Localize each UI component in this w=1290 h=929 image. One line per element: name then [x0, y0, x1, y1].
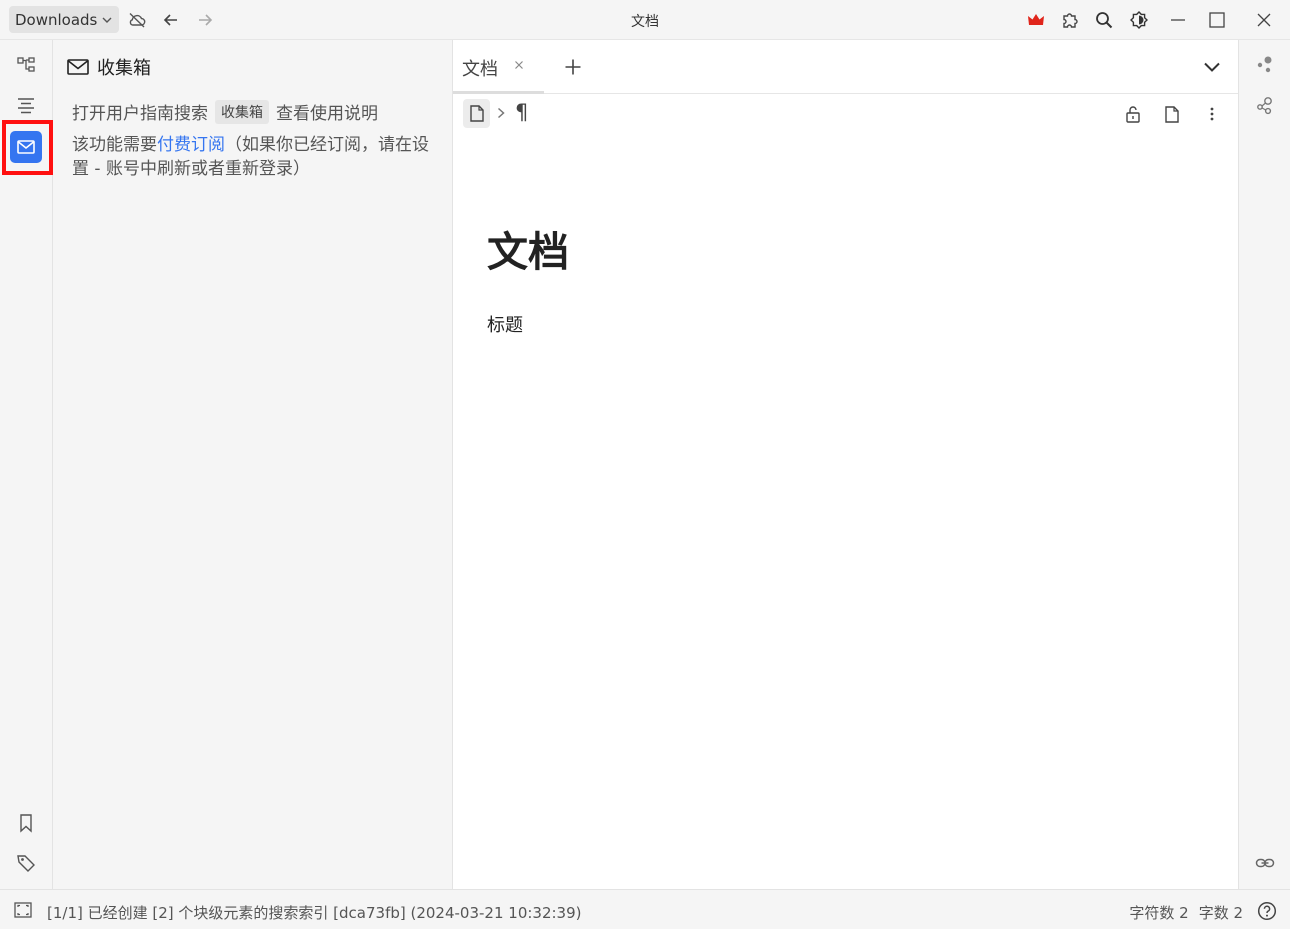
word-count: 字数 2	[1198, 904, 1243, 922]
theme-icon[interactable]	[1123, 4, 1155, 36]
crown-icon[interactable]	[1020, 4, 1052, 36]
inbox-header: 收集箱	[67, 54, 151, 80]
document-title[interactable]: 文档	[487, 218, 569, 278]
tab-document[interactable]: 文档	[453, 40, 544, 94]
inbox-help-text: 打开用户指南搜索 收集箱 查看使用说明	[72, 99, 378, 124]
more-vertical-icon[interactable]	[1198, 100, 1226, 128]
title-bar: Downloads 文档	[0, 0, 1290, 40]
bookmark-icon[interactable]	[10, 807, 42, 839]
forward-arrow-icon[interactable]	[189, 4, 221, 36]
workspace-button[interactable]: Downloads	[9, 6, 120, 33]
document-paragraph[interactable]: 标题	[487, 311, 523, 337]
new-tab-button[interactable]	[558, 52, 588, 82]
cloud-off-icon[interactable]	[121, 4, 153, 36]
back-arrow-icon[interactable]	[155, 4, 187, 36]
help-icon[interactable]	[1256, 900, 1278, 922]
inbox-help-suffix: 查看使用说明	[276, 104, 378, 124]
graph-icon[interactable]	[1250, 50, 1280, 80]
search-icon[interactable]	[1088, 4, 1120, 36]
chevron-down-icon	[1203, 61, 1221, 73]
chevron-right-icon	[493, 104, 509, 122]
tab-label: 文档	[462, 59, 498, 80]
status-counts: 字符数 2 字数 2	[1129, 902, 1243, 923]
subscribe-prefix: 该功能需要	[72, 135, 157, 155]
subscribe-link[interactable]: 付费订阅	[157, 135, 225, 155]
chevron-down-icon	[101, 14, 113, 26]
minimize-icon[interactable]	[1162, 4, 1194, 36]
inbox-help-kbd: 收集箱	[215, 99, 269, 124]
left-dock	[0, 40, 53, 889]
editor: 文档 ¶ 文档 标题	[453, 40, 1238, 889]
maximize-icon[interactable]	[1201, 4, 1233, 36]
file-icon[interactable]	[1158, 100, 1186, 128]
workspace-label: Downloads	[15, 10, 98, 29]
tag-icon[interactable]	[10, 847, 42, 879]
plus-icon	[564, 58, 582, 76]
close-icon[interactable]	[1248, 4, 1280, 36]
inbox-title: 收集箱	[97, 58, 151, 79]
global-graph-icon[interactable]	[1250, 91, 1280, 121]
right-dock	[1238, 40, 1290, 889]
dock-toggle-icon[interactable]	[13, 900, 33, 920]
mail-icon	[67, 59, 89, 75]
inbox-panel: 收集箱 打开用户指南搜索 收集箱 查看使用说明 该功能需要付费订阅（如果你已经订…	[53, 40, 453, 889]
file-tree-icon[interactable]	[10, 49, 42, 81]
inbox-subscribe-text: 该功能需要付费订阅（如果你已经订阅，请在设置 - 账号中刷新或者重新登录）	[72, 133, 442, 181]
breadcrumb: ¶	[453, 94, 1238, 132]
backlink-icon[interactable]	[1250, 848, 1280, 878]
paragraph-icon[interactable]: ¶	[515, 100, 528, 124]
status-bar: [1/1] 已经创建 [2] 个块级元素的搜索索引 [dca73fb] (202…	[0, 889, 1290, 929]
unlock-icon[interactable]	[1119, 100, 1147, 128]
status-message: [1/1] 已经创建 [2] 个块级元素的搜索索引 [dca73fb] (202…	[47, 904, 582, 922]
window-title: 文档	[631, 14, 659, 30]
tab-list-button[interactable]	[1197, 52, 1227, 82]
tab-close-icon[interactable]	[509, 55, 529, 75]
plugin-icon[interactable]	[1054, 4, 1086, 36]
outline-icon[interactable]	[10, 90, 42, 122]
tab-bar: 文档	[453, 40, 1238, 94]
inbox-help-prefix: 打开用户指南搜索	[72, 104, 208, 124]
highlight-box	[2, 120, 53, 175]
doc-icon[interactable]	[463, 99, 490, 128]
char-count: 字符数 2	[1129, 904, 1189, 922]
